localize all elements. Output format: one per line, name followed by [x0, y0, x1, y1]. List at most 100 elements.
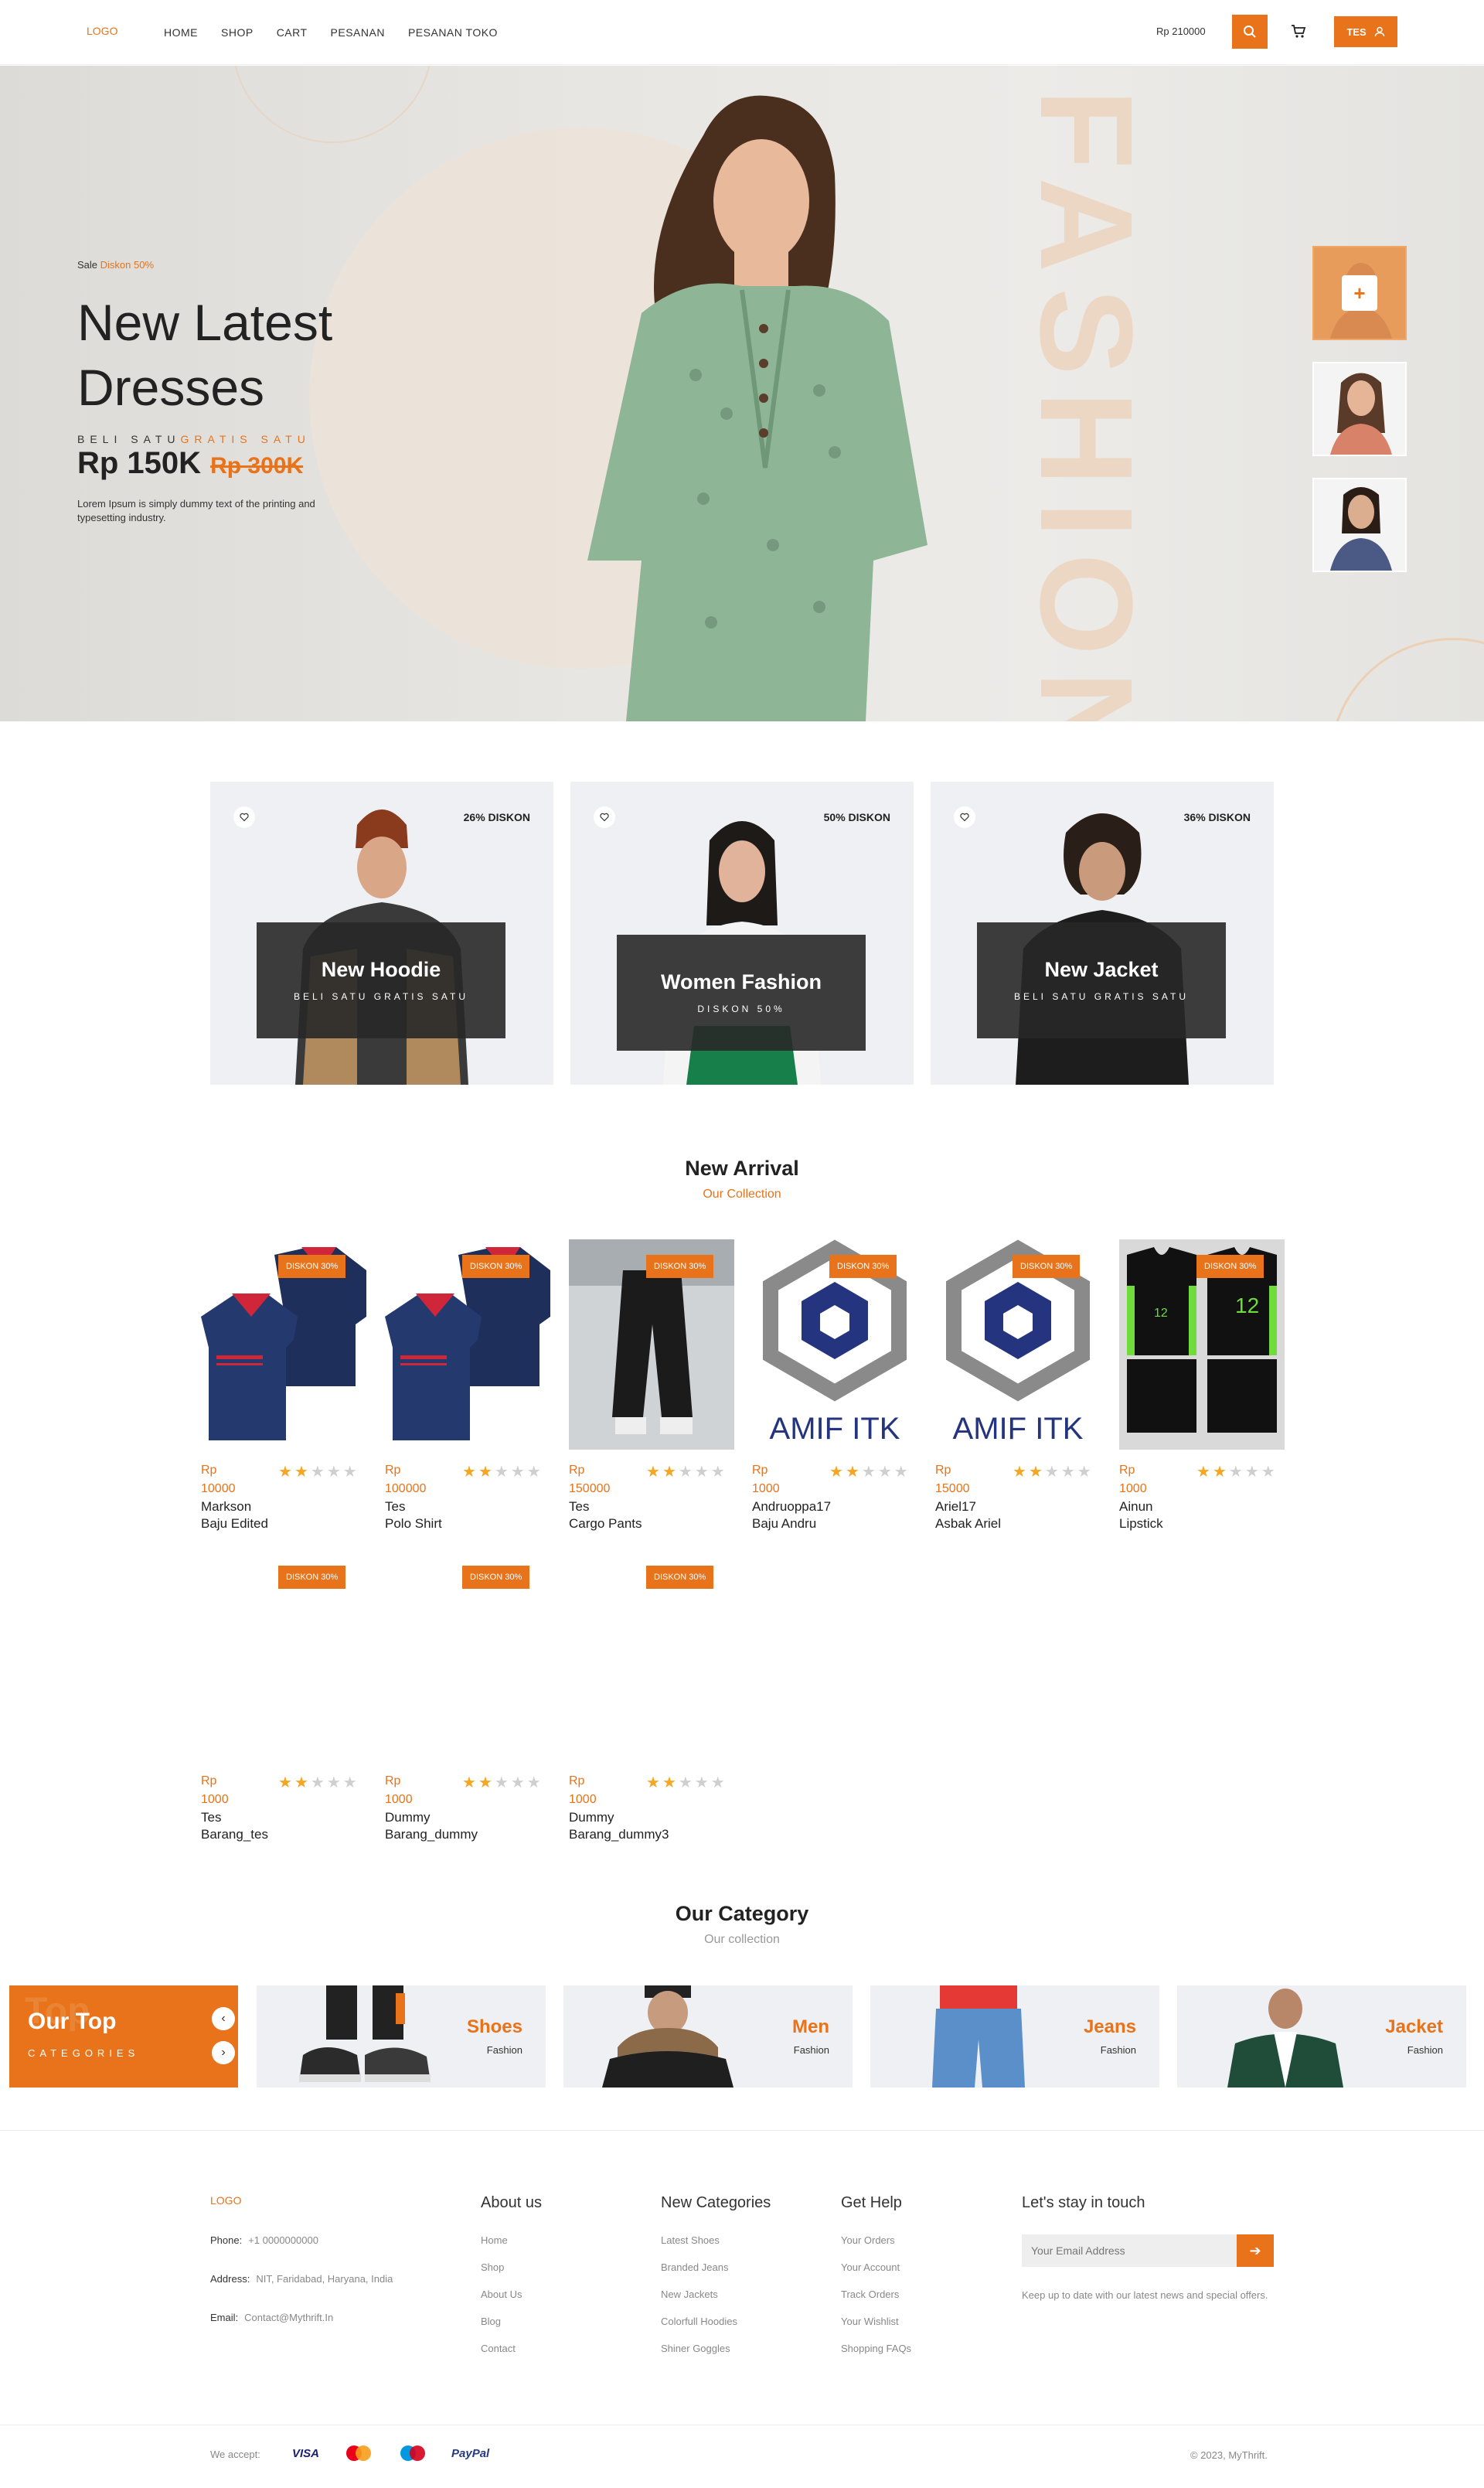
- wishlist-heart-icon[interactable]: [594, 806, 615, 828]
- product-seller: Tes: [569, 1499, 590, 1514]
- footer-link[interactable]: Shop: [481, 2261, 522, 2273]
- category-card-jeans[interactable]: Jeans Fashion: [870, 1985, 1159, 2088]
- product-price: 1000: [385, 1793, 413, 1806]
- product-currency: Rp: [935, 1464, 951, 1477]
- product-currency: Rp: [201, 1464, 217, 1477]
- balance: Rp 210000: [1156, 26, 1206, 37]
- hero-thumb-2[interactable]: [1312, 362, 1407, 456]
- product-rating: ★ ★ ★ ★ ★: [646, 1462, 725, 1481]
- nav-shop[interactable]: SHOP: [221, 26, 254, 39]
- product-card[interactable]: DISKON 30% Rp ★ ★ ★ ★ ★ 1000 Dummy Barang_dummy: [385, 1550, 550, 1844]
- product-name[interactable]: Barang_dummy3: [569, 1827, 669, 1842]
- discount-badge: DISKON 30%: [278, 1566, 346, 1589]
- footer-link[interactable]: Shiner Goggles: [661, 2343, 737, 2354]
- product-name[interactable]: Barang_tes: [201, 1827, 268, 1842]
- star-icon: ★: [662, 1464, 676, 1481]
- hero-old-price: Rp 300K: [210, 453, 304, 479]
- product-card[interactable]: DISKON 30% Rp ★ ★ ★ ★ ★ 100000 Tes Polo Shirt: [385, 1239, 550, 1533]
- product-card[interactable]: DISKON 30% Rp ★ ★ ★ ★ ★ 1000 Dummy Barang_dummy3: [569, 1550, 734, 1844]
- footer-link[interactable]: Colorfull Hoodies: [661, 2316, 737, 2327]
- star-icon: ★: [478, 1774, 492, 1791]
- star-icon: ★: [1077, 1464, 1091, 1481]
- product-rating: ★ ★ ★ ★ ★: [462, 1462, 541, 1481]
- paypal-logo: PayPal: [451, 2446, 490, 2460]
- product-price: 1000: [752, 1482, 780, 1495]
- product-currency: Rp: [752, 1464, 768, 1477]
- prev-arrow-button[interactable]: ‹: [212, 2007, 235, 2030]
- star-icon: ★: [1060, 1464, 1075, 1481]
- new-arrival-title: New Arrival: [685, 1157, 799, 1180]
- product-card[interactable]: AMIF ITK DISKON 30% Rp ★ ★ ★ ★ ★ 1000 Andruoppa17…: [752, 1239, 917, 1533]
- product-rating: ★ ★ ★ ★ ★: [462, 1773, 541, 1792]
- product-rating: ★ ★ ★ ★ ★: [829, 1462, 908, 1481]
- star-icon: ★: [845, 1464, 859, 1481]
- next-arrow-button[interactable]: ›: [212, 2041, 235, 2064]
- cart-button[interactable]: [1288, 21, 1309, 43]
- logo[interactable]: LOGO: [87, 25, 117, 37]
- product-card[interactable]: 12 12 DISKON 30% Rp ★ ★ ★ ★ ★ 1000 Ainun Lipstick: [1119, 1239, 1285, 1533]
- product-name[interactable]: Baju Edited: [201, 1516, 268, 1532]
- product-price: 1000: [569, 1793, 597, 1806]
- product-name[interactable]: Lipstick: [1119, 1516, 1163, 1532]
- star-icon: ★: [526, 1464, 541, 1481]
- hero-thumb-3[interactable]: [1312, 478, 1407, 572]
- category-card-subtitle: Fashion: [793, 2044, 829, 2056]
- footer-link[interactable]: Home: [481, 2234, 522, 2246]
- category-card-shoes[interactable]: Shoes Fashion: [257, 1985, 546, 2088]
- discount-badge: DISKON 30%: [1196, 1255, 1264, 1278]
- product-rating: ★ ★ ★ ★ ★: [1013, 1462, 1091, 1481]
- star-icon: ★: [1212, 1464, 1227, 1481]
- star-icon: ★: [710, 1464, 725, 1481]
- search-button[interactable]: [1232, 15, 1268, 49]
- promo-card-subtitle: BELI SATU GRATIS SATU: [1013, 990, 1190, 1002]
- wishlist-heart-icon[interactable]: [954, 806, 975, 828]
- product-card[interactable]: AMIF ITK DISKON 30% Rp ★ ★ ★ ★ ★ 15000 Ariel17 Asb…: [935, 1239, 1101, 1533]
- product-name[interactable]: Polo Shirt: [385, 1516, 442, 1532]
- promo-card-jacket[interactable]: 36% DISKON New Jacket BELI SATU GRATIS S…: [931, 782, 1274, 1085]
- footer-col-title: About us: [481, 2194, 542, 2211]
- category-card-men[interactable]: Men Fashion: [563, 1985, 853, 2088]
- product-currency: Rp: [1119, 1464, 1135, 1477]
- promo-card-hoodie[interactable]: 26% DISKON New Hoodie BELI SATU GRATIS S…: [210, 782, 553, 1085]
- footer-link[interactable]: Track Orders: [841, 2289, 911, 2300]
- nav-pesanan-toko[interactable]: PESANAN TOKO: [408, 26, 498, 39]
- footer-link[interactable]: Latest Shoes: [661, 2234, 737, 2246]
- wishlist-heart-icon[interactable]: [233, 806, 255, 828]
- product-card[interactable]: DISKON 30% Rp ★ ★ ★ ★ ★ 150000 Tes Cargo Pants: [569, 1239, 734, 1533]
- product-seller: Ainun: [1119, 1499, 1153, 1514]
- footer-link[interactable]: Your Wishlist: [841, 2316, 911, 2327]
- user-button[interactable]: TES: [1334, 16, 1397, 47]
- product-name[interactable]: Cargo Pants: [569, 1516, 642, 1532]
- footer-link[interactable]: New Jackets: [661, 2289, 737, 2300]
- product-name[interactable]: Asbak Ariel: [935, 1516, 1001, 1532]
- footer-link[interactable]: Contact: [481, 2343, 522, 2354]
- footer-link[interactable]: About Us: [481, 2289, 522, 2300]
- category-card-jacket[interactable]: Jacket Fashion: [1177, 1985, 1466, 2088]
- footer-link[interactable]: Your Orders: [841, 2234, 911, 2246]
- nav-cart[interactable]: CART: [277, 26, 308, 39]
- newsletter-email-input[interactable]: [1022, 2234, 1237, 2267]
- product-name[interactable]: Baju Andru: [752, 1516, 816, 1532]
- discount-badge: DISKON 30%: [462, 1566, 530, 1589]
- product-currency: Rp: [385, 1774, 401, 1788]
- hero-thumb-add[interactable]: +: [1312, 246, 1407, 340]
- category-card-image: [602, 1985, 733, 2088]
- newsletter-submit-button[interactable]: ➔: [1237, 2234, 1274, 2267]
- nav-pesanan[interactable]: PESANAN: [331, 26, 385, 39]
- product-card[interactable]: DISKON 30% Rp ★ ★ ★ ★ ★ 1000 Tes Barang_tes: [201, 1550, 366, 1844]
- footer-link[interactable]: Shopping FAQs: [841, 2343, 911, 2354]
- promo-card-title: Women Fashion: [660, 970, 822, 993]
- star-icon: ★: [694, 1774, 709, 1791]
- promo-card-women[interactable]: 50% DISKON Women Fashion DISKON 50%: [570, 782, 914, 1085]
- product-name[interactable]: Barang_dummy: [385, 1827, 478, 1842]
- footer-link[interactable]: Branded Jeans: [661, 2261, 737, 2273]
- nav-home[interactable]: HOME: [164, 26, 198, 39]
- footer-link[interactable]: Your Account: [841, 2261, 911, 2273]
- product-card[interactable]: DISKON 30% Rp ★ ★ ★ ★ ★ 10000 Markson Baju Edited: [201, 1239, 366, 1533]
- footer-link[interactable]: Blog: [481, 2316, 522, 2327]
- footer-email: Email: Contact@Mythrift.In: [210, 2312, 334, 2323]
- star-icon: ★: [1044, 1464, 1059, 1481]
- chevron-left-icon: ‹: [221, 2012, 226, 2025]
- footer-logo[interactable]: LOGO: [210, 2194, 241, 2207]
- hero-thumbnails: +: [1312, 246, 1407, 572]
